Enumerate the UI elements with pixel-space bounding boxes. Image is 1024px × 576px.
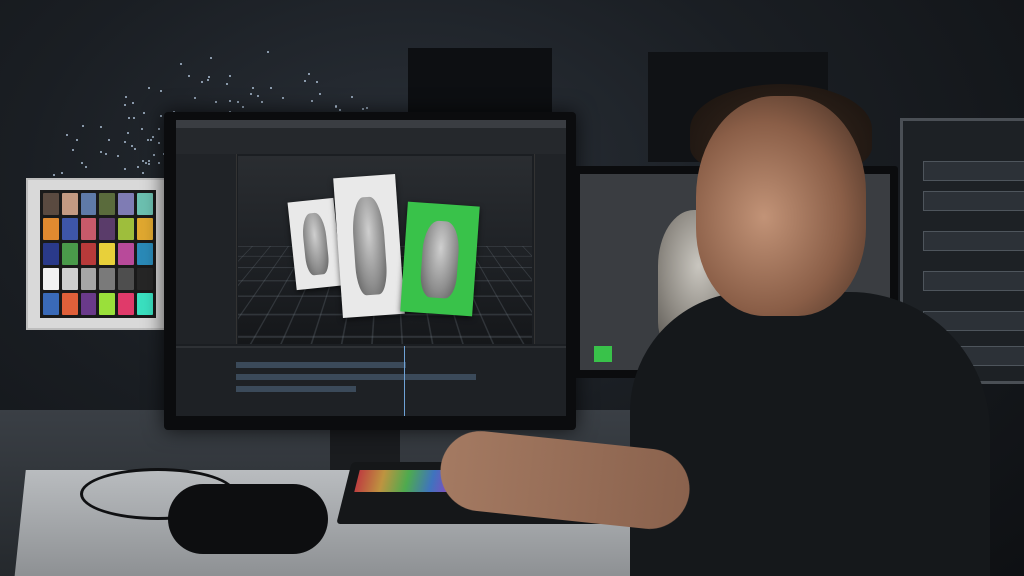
particle	[229, 100, 231, 102]
person-head	[696, 96, 866, 316]
particle	[208, 76, 210, 78]
particle	[145, 162, 147, 164]
properties-panel	[534, 154, 566, 344]
color-swatch	[43, 243, 59, 265]
particle	[108, 139, 110, 141]
particle	[308, 73, 310, 75]
particle	[124, 141, 126, 143]
color-swatch	[137, 243, 153, 265]
reference-photo-card	[333, 174, 405, 318]
particle	[282, 97, 284, 99]
color-swatch	[118, 268, 134, 290]
scene	[0, 0, 1024, 576]
color-swatch	[118, 293, 134, 315]
particle	[158, 142, 160, 144]
particle	[100, 151, 102, 153]
particle	[160, 90, 162, 92]
particle	[210, 57, 212, 59]
particle	[158, 128, 160, 130]
particle	[351, 96, 353, 98]
color-swatch	[118, 243, 134, 265]
particle	[134, 148, 136, 150]
main-monitor	[164, 112, 576, 430]
color-swatch	[43, 193, 59, 215]
particle	[141, 128, 143, 130]
color-swatch	[118, 218, 134, 240]
particle	[180, 63, 182, 65]
particle	[66, 134, 68, 136]
color-swatch	[43, 268, 59, 290]
color-swatch	[99, 243, 115, 265]
color-swatch	[62, 268, 78, 290]
timeline-panel	[176, 346, 566, 416]
particle	[261, 101, 263, 103]
particle	[105, 153, 107, 155]
particle	[142, 160, 144, 162]
particle	[311, 100, 313, 102]
color-swatch	[62, 293, 78, 315]
color-swatch	[81, 268, 97, 290]
color-swatch	[43, 218, 59, 240]
color-checker-chart	[26, 178, 170, 330]
color-swatch	[62, 243, 78, 265]
particle	[85, 166, 87, 168]
color-swatch	[99, 293, 115, 315]
color-swatch	[137, 218, 153, 240]
editing-software-screen	[176, 120, 566, 416]
headphones	[168, 484, 328, 554]
particle	[160, 115, 162, 117]
particle	[53, 174, 55, 176]
green-screen-card	[400, 202, 479, 317]
particle	[125, 96, 127, 98]
color-swatch	[81, 243, 97, 265]
color-swatch-grid	[40, 190, 156, 318]
particle	[147, 139, 149, 141]
app-toolbar	[176, 120, 566, 154]
particle	[124, 104, 126, 106]
timeline-playhead	[404, 346, 405, 416]
particle	[194, 97, 196, 99]
color-swatch	[62, 193, 78, 215]
color-swatch	[137, 293, 153, 315]
green-thumbnail	[594, 346, 612, 362]
particle	[137, 166, 139, 168]
color-swatch	[99, 218, 115, 240]
particle	[366, 107, 368, 109]
particle	[267, 51, 269, 53]
particle	[132, 102, 134, 104]
person-torso	[630, 292, 990, 576]
particle	[128, 117, 130, 119]
particle	[335, 105, 337, 107]
color-swatch	[137, 193, 153, 215]
particle	[270, 87, 272, 89]
color-swatch	[99, 268, 115, 290]
color-swatch	[118, 193, 134, 215]
color-swatch	[99, 193, 115, 215]
color-swatch	[81, 193, 97, 215]
color-swatch	[43, 293, 59, 315]
color-swatch	[62, 218, 78, 240]
color-swatch	[81, 218, 97, 240]
particle	[153, 154, 155, 156]
color-swatch	[137, 268, 153, 290]
3d-viewport	[238, 156, 532, 344]
particle	[215, 101, 217, 103]
project-panel	[176, 154, 237, 344]
reference-photo-card	[288, 198, 343, 290]
color-swatch	[81, 293, 97, 315]
